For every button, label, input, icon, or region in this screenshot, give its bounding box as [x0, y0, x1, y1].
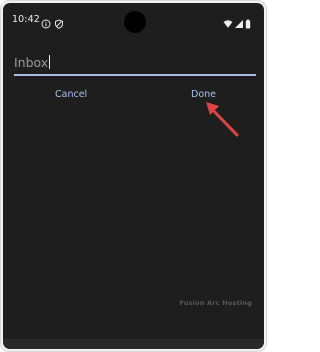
status-bar: 10:42: [3, 3, 264, 37]
battery-icon: [245, 14, 251, 29]
status-time: 10:42: [12, 14, 40, 25]
text-caret: [49, 55, 51, 69]
cancel-button[interactable]: Cancel: [53, 88, 89, 102]
signal-icon: [234, 14, 244, 28]
annotation-arrow-icon: [201, 97, 243, 141]
wifi-icon: [223, 14, 233, 28]
screen: 10:42 Inbox Cancel Done Fusion Arc Hosti…: [3, 3, 264, 349]
device-frame: 10:42 Inbox Cancel Done Fusion Arc Hosti…: [0, 0, 267, 352]
camera-notch: [124, 11, 146, 33]
info-icon: [41, 14, 51, 29]
shield-icon: [54, 14, 64, 29]
watermark: Fusion Arc Hosting: [179, 299, 252, 307]
folder-name-field[interactable]: Inbox: [14, 55, 256, 77]
field-underline: [14, 74, 256, 76]
navigation-bar: [3, 339, 264, 349]
folder-name-value[interactable]: Inbox: [14, 55, 51, 71]
